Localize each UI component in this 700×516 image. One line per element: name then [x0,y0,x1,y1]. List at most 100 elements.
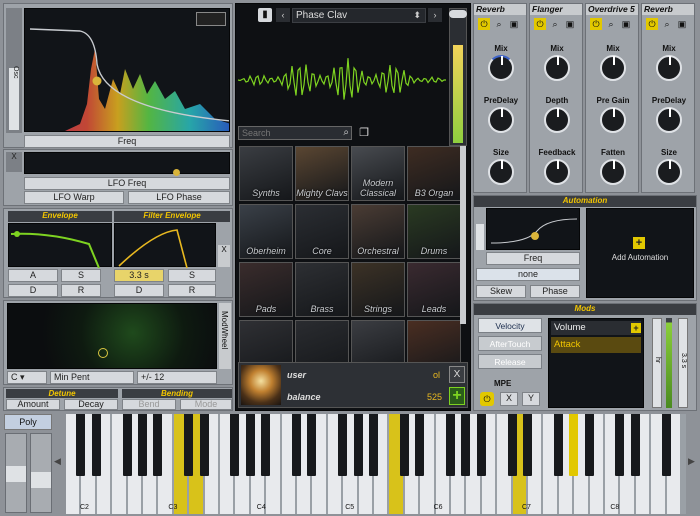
modwheel-side-tab[interactable]: ModWheel [219,303,231,369]
keyboard-scroll-right[interactable]: ▶ [688,456,698,467]
power-icon[interactable]: ⏻ [534,18,546,30]
env-a-field[interactable]: A [8,269,58,282]
add-automation-area[interactable]: + Add Automation [586,208,694,298]
output-meter-thumb[interactable] [449,10,467,18]
effect-name[interactable]: Reverb [642,4,694,15]
piano-black-key[interactable] [661,414,671,476]
mod-wheel[interactable] [30,433,52,513]
piano-black-key[interactable] [569,414,579,476]
fenv-s-field[interactable]: S [168,269,216,282]
env-s-field[interactable]: S [61,269,101,282]
piano-black-key[interactable] [446,414,455,476]
preset-tile[interactable]: B3 Organ [407,146,461,201]
effect-knob[interactable] [488,107,514,133]
effect-knob[interactable] [544,107,570,133]
release-button[interactable]: Release [478,354,542,369]
detune-amount-button[interactable]: Amount [6,399,60,410]
preset-tile[interactable]: Modern Classical [351,146,405,201]
lfo-handle[interactable] [173,169,180,176]
effect-knob[interactable] [488,159,514,185]
preset-tile[interactable]: Brass [295,262,349,317]
piano-black-key[interactable] [245,414,255,476]
avatar[interactable] [241,365,281,405]
effect-knob[interactable] [544,159,570,185]
piano-black-key[interactable] [153,414,163,476]
piano-black-key[interactable] [630,414,640,476]
key-select[interactable]: C ▾ [7,371,47,384]
automation-mini-slider[interactable] [476,224,484,250]
piano-black-key[interactable] [615,414,625,476]
effect-name[interactable]: Overdrive 5 [586,4,638,15]
lfo-warp-slider[interactable]: LFO Warp [24,191,124,204]
close-button[interactable]: X [449,366,465,383]
effect-knob[interactable] [656,107,682,133]
preset-next-button[interactable]: › [428,8,442,22]
piano-black-key[interactable] [507,414,517,476]
effect-knob[interactable] [600,55,626,81]
preset-tile[interactable]: Drums [407,204,461,259]
power-icon[interactable]: ⏻ [590,18,602,30]
detune-decay-button[interactable]: Decay [64,399,118,410]
search-icon[interactable]: ⌕ [493,18,505,30]
add-button[interactable]: + [449,387,465,405]
velocity-button[interactable]: Velocity [478,318,542,333]
search-box[interactable]: ⌕ [238,126,352,140]
lfo-freq-slider[interactable]: LFO Freq [24,177,230,190]
piano-black-key[interactable] [184,414,194,476]
xy-pad-handle[interactable] [98,348,108,358]
effect-knob[interactable] [488,55,514,81]
spectrum-display[interactable] [24,8,230,132]
preset-tile[interactable]: Synths [239,146,293,201]
effect-name[interactable]: Flanger [530,4,582,15]
piano-black-key[interactable] [369,414,378,476]
keyboard[interactable]: C2 C3 C4 C5 C6 C7 C8 [66,414,686,514]
power-icon[interactable]: ⏻ [646,18,658,30]
output-meter[interactable] [449,8,467,146]
effect-knob[interactable] [600,159,626,185]
mod-slot-attack[interactable]: Attack [551,337,641,353]
poly-button[interactable]: Poly [4,414,52,430]
aftertouch-button[interactable]: AfterTouch [478,336,542,351]
effect-knob[interactable] [600,107,626,133]
preset-tile[interactable]: Pads [239,262,293,317]
effect-knob[interactable] [656,55,682,81]
piano-black-key[interactable] [399,414,409,476]
piano-black-key[interactable] [307,414,317,476]
mod-meter-1[interactable]: hr [652,318,662,408]
fenv-a-field[interactable]: 3.3 s [114,269,164,282]
piano-black-key[interactable] [230,414,240,476]
piano-black-key[interactable] [292,414,301,476]
bending-right-button[interactable]: Mode [180,399,232,410]
bending-left-button[interactable]: Bend [122,399,176,410]
wave-shape-icon[interactable] [196,12,226,26]
envelope-display[interactable] [8,223,112,269]
fenv-d-field[interactable]: D [114,284,164,297]
lfo-display[interactable] [24,152,230,176]
browser-scrollbar[interactable] [460,146,466,324]
piano-black-key[interactable] [415,414,425,476]
piano-black-key[interactable] [476,414,486,476]
lfo-phase-slider[interactable]: LFO Phase [128,191,230,204]
effect-knob[interactable] [656,159,682,185]
mod-meter-2[interactable]: 3.3 s [678,318,688,408]
piano-black-key[interactable] [461,414,471,476]
search-icon[interactable]: ⌕ [549,18,561,30]
preset-tile[interactable]: Strings [351,262,405,317]
effect-knob[interactable] [544,55,570,81]
filter-envelope-display[interactable] [114,223,216,269]
preset-tile[interactable]: Core [295,204,349,259]
piano-black-key[interactable] [91,414,101,476]
piano-black-key[interactable] [199,414,209,476]
fenv-r-field[interactable]: R [168,284,216,297]
add-automation-icon[interactable]: + [633,237,645,249]
search-icon[interactable]: ⌕ [343,127,349,138]
piano-black-key[interactable] [76,414,86,476]
scale-select[interactable]: Min Pent [50,371,134,384]
osc-side-tab[interactable]: Osc [6,8,22,133]
automation-source-select[interactable]: none [476,268,580,281]
range-select[interactable]: +/- 12 [137,371,217,384]
preset-tile[interactable]: Leads [407,262,461,317]
preset-tile[interactable]: Oberheim [239,204,293,259]
mod-wheel-thumb[interactable] [31,472,51,488]
piano-black-key[interactable] [523,414,532,476]
